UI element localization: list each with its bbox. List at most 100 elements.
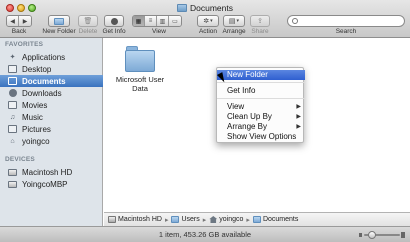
sidebar-item-downloads[interactable]: Downloads: [0, 87, 103, 99]
sidebar-item-yoingcombp[interactable]: YoingcoMBP: [0, 178, 103, 190]
home-icon: ⌂: [10, 137, 15, 145]
arrange-label: Arrange: [222, 28, 246, 35]
menu-item-clean-up-by[interactable]: Clean Up By ▶: [217, 112, 305, 122]
path-separator-icon: ▸: [202, 216, 207, 224]
window-title-text: Documents: [190, 3, 233, 13]
path-segment-label: yoingco: [219, 216, 244, 223]
file-name-label[interactable]: Microsoft User Data: [109, 75, 171, 93]
documents-icon: [8, 77, 17, 86]
get-info-label: Get Info: [102, 28, 126, 35]
new-folder-button[interactable]: [48, 15, 70, 27]
chevron-down-icon: ▾: [236, 18, 240, 24]
path-separator-icon: ▸: [246, 216, 250, 224]
sidebar-item-label: yoingco: [22, 136, 50, 146]
chevron-down-icon: ▾: [210, 18, 213, 24]
path-segment-label: Macintosh HD: [118, 216, 162, 223]
folder-icon: [177, 4, 187, 12]
sidebar-item-applications[interactable]: ✦ Applications: [0, 51, 103, 63]
menu-item-label: View: [227, 102, 245, 111]
window-title: Documents: [0, 3, 410, 13]
share-button[interactable]: ⇪: [250, 15, 270, 27]
back-forward-control: ◀ ▶: [6, 15, 32, 27]
cover-flow-button[interactable]: ▭: [169, 16, 181, 26]
menu-item-new-folder[interactable]: New Folder: [217, 70, 305, 80]
submenu-arrow-icon: ▶: [296, 104, 301, 110]
forward-arrow-icon: ▶: [22, 18, 28, 25]
list-view-button[interactable]: ≡: [145, 16, 157, 26]
folder-icon: [171, 216, 180, 223]
column-view-button[interactable]: ▥: [157, 16, 169, 26]
menu-item-get-info[interactable]: Get Info: [217, 86, 305, 96]
delete-label: Delete: [78, 28, 98, 35]
finder-window: Documents ◀ ▶ Back New Folder 🗑 Delete G…: [0, 0, 410, 242]
sidebar-item-macintosh-hd[interactable]: Macintosh HD: [0, 166, 103, 178]
sidebar: FAVORITES ✦ Applications Desktop Document…: [0, 38, 103, 242]
info-icon: [110, 17, 118, 25]
arrange-icon: ▤: [228, 18, 236, 25]
path-segment-label: Users: [181, 216, 200, 223]
menu-item-arrange-by[interactable]: Arrange By ▶: [217, 122, 305, 132]
sidebar-item-desktop[interactable]: Desktop: [0, 63, 103, 75]
path-segment-users[interactable]: Users: [171, 216, 200, 223]
toolbar: Documents ◀ ▶ Back New Folder 🗑 Delete G…: [0, 0, 410, 38]
sidebar-item-label: Applications: [22, 52, 66, 62]
list-view-icon: ≡: [148, 18, 153, 24]
get-info-button[interactable]: [104, 15, 124, 27]
movies-icon: [8, 101, 17, 110]
context-menu: New Folder Get Info View ▶ Clean Up By ▶…: [216, 67, 305, 143]
computer-icon: [8, 180, 17, 189]
forward-button[interactable]: ▶: [19, 16, 31, 26]
sidebar-item-yoingco[interactable]: ⌂ yoingco: [0, 135, 103, 147]
sidebar-item-label: YoingcoMBP: [22, 179, 68, 189]
hard-disk-icon: [108, 216, 116, 223]
search-field[interactable]: [287, 15, 405, 27]
small-icon-size-icon: [359, 233, 362, 237]
column-view-icon: ▥: [159, 18, 166, 25]
submenu-arrow-icon: ▶: [296, 114, 301, 120]
devices-heading: DEVICES: [5, 156, 35, 163]
path-segment-label: Documents: [262, 216, 299, 223]
sidebar-item-label: Pictures: [22, 124, 51, 134]
trash-icon: 🗑: [83, 18, 93, 25]
path-segment-yoingco[interactable]: yoingco: [209, 216, 243, 223]
sidebar-item-label: Music: [22, 112, 43, 122]
gear-icon: ✲: [203, 18, 210, 25]
search-input[interactable]: [301, 16, 401, 26]
sidebar-item-label: Movies: [22, 100, 48, 110]
sidebar-item-documents[interactable]: Documents: [0, 75, 103, 87]
downloads-icon: [8, 89, 17, 98]
menu-item-show-view-options[interactable]: Show View Options: [217, 132, 305, 142]
search-label: Search: [335, 28, 357, 35]
slider-knob[interactable]: [368, 231, 376, 239]
back-arrow-icon: ◀: [10, 18, 15, 25]
folder-icon: [252, 216, 261, 223]
action-button[interactable]: ✲ ▾: [197, 15, 219, 27]
new-folder-icon: [54, 17, 64, 25]
path-segment-macintosh-hd[interactable]: Macintosh HD: [108, 216, 162, 223]
view-mode-control: ▦ ≡ ▥ ▭: [132, 15, 182, 27]
menu-separator: [217, 98, 305, 99]
menu-item-view[interactable]: View ▶: [217, 102, 305, 112]
delete-button[interactable]: 🗑: [78, 15, 98, 27]
sidebar-item-label: Macintosh HD: [22, 167, 73, 177]
sidebar-item-music[interactable]: ♫ Music: [0, 111, 103, 123]
menu-separator: [217, 82, 305, 83]
sidebar-item-movies[interactable]: Movies: [0, 99, 103, 111]
home-icon: [209, 216, 218, 223]
path-separator-icon: ▸: [164, 216, 169, 224]
sidebar-item-pictures[interactable]: Pictures: [0, 123, 103, 135]
pictures-icon: [8, 125, 17, 134]
menu-item-label: Clean Up By: [227, 112, 272, 121]
music-icon: ♫: [9, 113, 16, 121]
icon-size-slider[interactable]: [359, 231, 405, 239]
back-button[interactable]: ◀: [7, 16, 19, 26]
sidebar-item-label: Desktop: [22, 64, 52, 74]
path-bar: Macintosh HD ▸ Users ▸ yoingco ▸ Documen…: [104, 212, 410, 226]
share-icon: ⇪: [257, 18, 263, 25]
status-text: 1 item, 453.26 GB available: [158, 230, 252, 239]
sidebar-item-label: Downloads: [22, 88, 62, 98]
path-segment-documents[interactable]: Documents: [252, 216, 299, 223]
folder-icon[interactable]: [125, 46, 155, 72]
arrange-button[interactable]: ▤ ▾: [223, 15, 245, 27]
icon-view-button[interactable]: ▦: [133, 16, 145, 26]
